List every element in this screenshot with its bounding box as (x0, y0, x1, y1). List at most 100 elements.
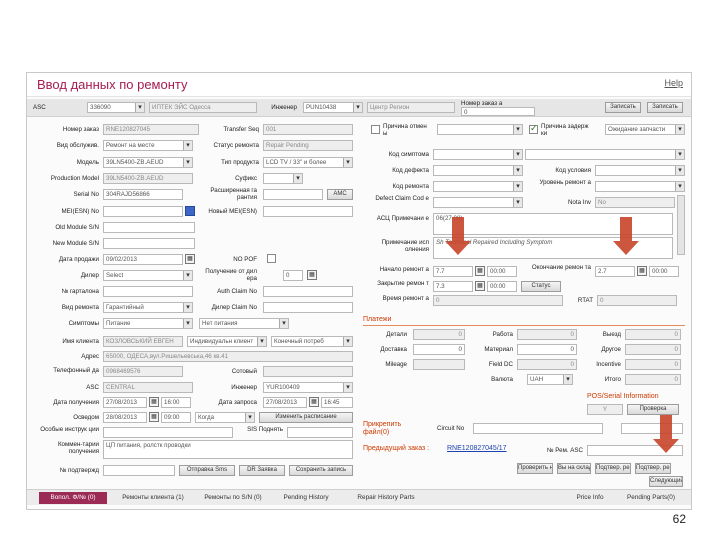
client-type-select[interactable]: Индивидуальн клиент (187, 336, 267, 347)
tab-client-repairs[interactable]: Ремонты клиента (1) (113, 492, 193, 504)
save-record-button[interactable]: Сохранить запись (289, 465, 353, 476)
tab-repair-history-parts[interactable]: Repair History Parts (345, 492, 427, 504)
repair-start-date-field[interactable]: 7.7 (433, 266, 473, 277)
scrollbar[interactable] (677, 195, 685, 255)
date-received-field[interactable]: 27/08/2013 (103, 397, 147, 408)
suffix-select[interactable] (263, 173, 303, 184)
comments-field[interactable]: ЦП питания, ролстк проводки (103, 440, 353, 459)
visit-when-select[interactable]: Когда (195, 412, 255, 423)
new-imei-field[interactable] (263, 206, 353, 217)
date-request-field[interactable]: 27/08/2013 (263, 397, 307, 408)
repair-start-time-field[interactable]: 00:00 (487, 266, 517, 277)
visit-date-field[interactable]: 28/08/2013 (103, 412, 147, 423)
new-module-field[interactable] (103, 238, 195, 249)
calendar-icon[interactable]: ▦ (149, 397, 159, 407)
prev-claim-link[interactable]: RNE120827045/17 (447, 445, 507, 452)
service-type-select[interactable]: Ремонт на месте (103, 140, 193, 151)
cancel-reason-checkbox[interactable] (371, 125, 380, 134)
pos-check-button[interactable]: Проверка (627, 404, 679, 415)
tab-sn-repairs[interactable]: Ремонты по S/N (0) (197, 492, 269, 504)
time-received-field[interactable]: 16:00 (161, 397, 191, 408)
order-field[interactable]: 0 (461, 107, 535, 116)
repair-close-time-field[interactable]: 00:00 (487, 281, 517, 292)
calendar-icon[interactable]: ▦ (307, 270, 317, 280)
cancel-reason-label: Причина отмен ы (383, 123, 427, 137)
symptom-select-1[interactable]: Питание (103, 318, 193, 329)
imei-lookup-icon[interactable] (185, 206, 195, 216)
repair-kind-field[interactable] (263, 302, 353, 313)
save-button-1[interactable]: Записать (605, 102, 641, 113)
tab-additional[interactable]: Вопол. Ф/№ (0) (39, 492, 107, 504)
defect-claim-select[interactable] (433, 197, 523, 208)
old-module-field[interactable] (103, 222, 195, 233)
no-rep-asc-label: № Рем. ASC (546, 447, 583, 454)
received-from-field[interactable]: 0 (283, 270, 303, 281)
delivery-field[interactable]: 0 (413, 344, 465, 355)
engineer-code-select[interactable]: PUN10438 (303, 102, 363, 113)
special-instr-field[interactable] (103, 427, 233, 438)
return-select[interactable]: Гарантийный (103, 302, 193, 313)
imei-field[interactable] (103, 206, 183, 217)
calendar-icon[interactable]: ▦ (309, 397, 319, 407)
no-pof-checkbox[interactable] (267, 254, 276, 263)
change-schedule-button[interactable]: Изменить расписание (259, 412, 353, 423)
calendar-icon[interactable]: ▦ (185, 254, 195, 264)
time-request-field[interactable]: 16:45 (321, 397, 353, 408)
repair-finish-date-field[interactable]: 2.7 (595, 266, 635, 277)
dr-request-button[interactable]: DR Заявка (239, 465, 285, 476)
tab-pending-parts[interactable]: Pending Parts(0) (619, 492, 683, 504)
repair-level-select[interactable] (595, 181, 685, 192)
tab-price-info[interactable]: Price Info (567, 492, 613, 504)
dealer-select[interactable]: Select (103, 270, 193, 281)
action-button-2[interactable]: Вы на складе (557, 463, 591, 474)
confirm-field[interactable] (103, 465, 175, 476)
parts-field[interactable]: 0 (517, 344, 577, 355)
calendar-icon[interactable]: ▦ (149, 412, 159, 422)
calendar-icon[interactable]: ▦ (475, 266, 485, 276)
repair-finish-time-field[interactable]: 00:00 (649, 266, 679, 277)
tally-field[interactable] (103, 286, 193, 297)
attach-file-link[interactable]: Прикрепить файл(0) (363, 421, 423, 437)
asc-code-select[interactable]: 336090 (87, 102, 145, 113)
action-button-1[interactable]: Проверить на OCS (517, 463, 553, 474)
no-pof-label: NO POF (233, 256, 257, 263)
calendar-icon[interactable]: ▦ (637, 266, 647, 276)
symptom-code-select-2[interactable] (525, 149, 685, 160)
pos-value-field: Y (587, 404, 623, 415)
symptom-select-2[interactable]: Нет питания (199, 318, 289, 329)
currency-select[interactable]: UAH (527, 374, 573, 385)
calendar-icon[interactable]: ▦ (475, 281, 485, 291)
defect-code-label: Код дефекта (392, 167, 429, 174)
send-sms-button[interactable]: Отправка Sms (179, 465, 235, 476)
repair-close-date-field[interactable]: 7.3 (433, 281, 473, 292)
tab-pending-history[interactable]: Pending History (273, 492, 339, 504)
repair-code-select[interactable] (433, 181, 523, 192)
circuit-field[interactable] (473, 423, 603, 434)
condition-code-select[interactable] (595, 165, 685, 176)
serial-field[interactable]: 304RAJD56866 (103, 189, 183, 200)
action-button-4[interactable]: Подтвер. ремонт (635, 463, 671, 474)
model-select[interactable]: 39LN5400-ZB.AEUD (103, 157, 193, 168)
total-label: Итого (604, 376, 621, 383)
cancel-reason-select[interactable] (437, 124, 523, 135)
client-final-select[interactable]: Конечный потреб (271, 336, 353, 347)
product-select[interactable]: LCD TV / 33" и более (263, 157, 353, 168)
delay-reason-checkbox[interactable] (529, 123, 538, 134)
defect-code-select[interactable] (433, 165, 523, 176)
sale-date-field[interactable]: 09/02/2013 (103, 254, 183, 265)
asc2-field: CENTRAL (103, 382, 193, 393)
amc-button[interactable]: AMC (327, 189, 353, 200)
action-button-3[interactable]: Подтвер. ремонт (595, 463, 631, 474)
engineer-label: Инженер (271, 104, 297, 111)
auth-field[interactable] (263, 286, 353, 297)
close-status-button[interactable]: Статус (521, 281, 561, 292)
next-button[interactable]: Следующий (649, 476, 683, 487)
sis-field[interactable] (287, 427, 353, 438)
help-link[interactable]: Help (664, 78, 683, 88)
engineer2-select[interactable]: YUR100409 (263, 382, 353, 393)
symptom-code-select[interactable] (433, 149, 523, 160)
delay-reason-select[interactable]: Ожидание запчасти (605, 124, 685, 135)
extended-warranty-field[interactable] (263, 189, 323, 200)
save-button-2[interactable]: Записать (647, 102, 683, 113)
visit-time-field[interactable]: 09:00 (161, 412, 191, 423)
